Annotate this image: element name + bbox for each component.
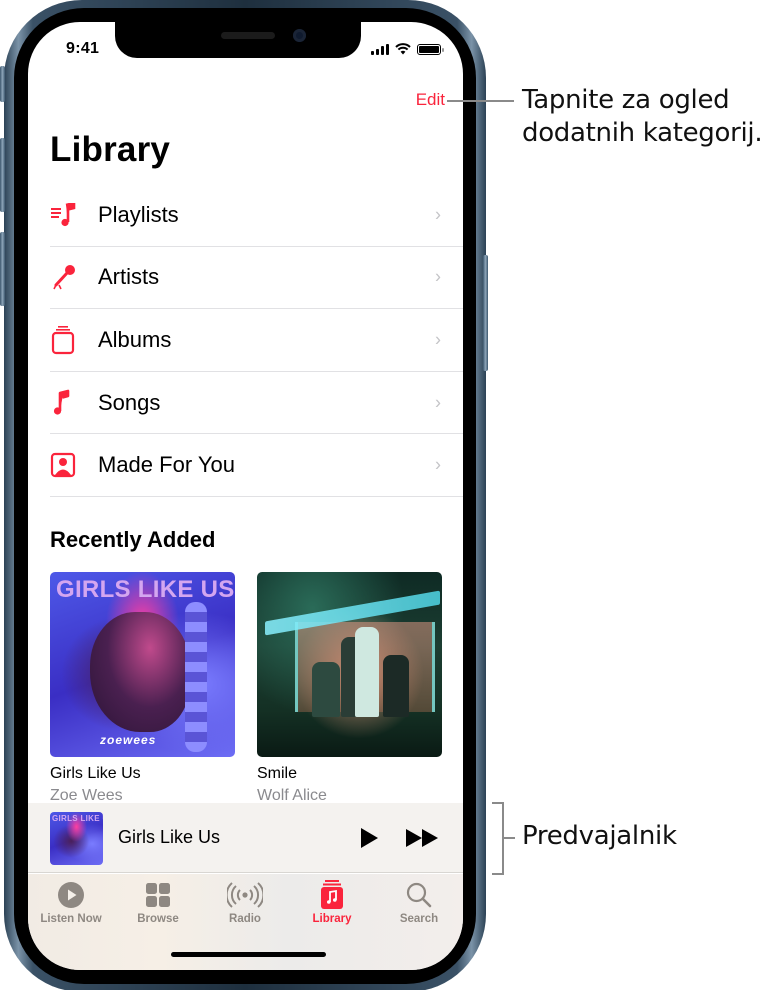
player-callout-text: Predvajalnik xyxy=(522,821,677,851)
library-list: Playlists › Artists › Albums › Songs › M… xyxy=(50,184,463,497)
grid-icon xyxy=(146,883,170,907)
edit-button[interactable]: Edit xyxy=(416,90,445,110)
player-bracket-pointer xyxy=(502,837,515,839)
cover-logo-text: zoewees xyxy=(100,733,157,747)
volume-down-button xyxy=(0,232,5,306)
library-item-label: Songs xyxy=(98,389,161,415)
page-title: Library xyxy=(50,130,171,169)
play-circle-icon xyxy=(58,882,84,908)
mini-player-title: Girls Like Us xyxy=(118,827,221,847)
edit-callout-line-1: Tapnite za ogled xyxy=(522,85,730,115)
power-button xyxy=(483,255,488,371)
cover-figure xyxy=(185,602,207,752)
tab-listen-now[interactable]: Listen Now xyxy=(31,880,111,925)
albums-stack-icon xyxy=(50,325,80,355)
library-item-label: Artists xyxy=(98,264,160,290)
tab-radio[interactable]: Radio xyxy=(205,880,285,925)
chevron-right-icon: › xyxy=(435,204,441,225)
recently-added-grid: GIRLS LIKE US zoewees Girls Like Us Zoe … xyxy=(50,572,442,805)
cellular-signal-icon xyxy=(371,43,389,55)
cover-title-text: GIRLS LIKE US xyxy=(56,576,235,603)
album-title: Smile xyxy=(257,765,298,782)
playlists-icon xyxy=(50,200,80,230)
volume-up-button xyxy=(0,138,5,212)
front-camera xyxy=(293,29,306,42)
chevron-right-icon: › xyxy=(435,454,441,475)
cover-figure xyxy=(312,662,340,717)
mini-player-artwork: GIRLS LIKE US xyxy=(50,812,103,865)
home-indicator xyxy=(171,952,326,957)
tab-label: Listen Now xyxy=(40,913,102,925)
library-item-artists[interactable]: Artists › xyxy=(50,247,463,310)
tab-library[interactable]: Library xyxy=(292,880,372,925)
tab-label: Browse xyxy=(137,913,179,925)
album-title: Girls Like Us xyxy=(50,765,141,782)
search-icon xyxy=(406,882,432,908)
chevron-right-icon: › xyxy=(435,329,441,350)
fast-forward-icon[interactable] xyxy=(405,827,441,849)
microphone-icon xyxy=(50,262,80,292)
library-item-playlists[interactable]: Playlists › xyxy=(50,184,463,247)
wifi-icon xyxy=(395,43,411,55)
screen: 9:41 Edit Library Playlists › Artists › … xyxy=(28,22,463,970)
music-note-icon xyxy=(50,388,80,418)
chevron-right-icon: › xyxy=(435,392,441,413)
album-card[interactable]: Smile Wolf Alice xyxy=(257,572,442,805)
library-item-made-for-you[interactable]: Made For You › xyxy=(50,434,463,497)
library-item-songs[interactable]: Songs › xyxy=(50,372,463,435)
play-icon[interactable] xyxy=(358,827,380,849)
status-time: 9:41 xyxy=(66,40,100,57)
edit-callout-line-2: dodatnih kategorij. xyxy=(522,118,763,148)
speaker-grille xyxy=(221,32,275,39)
library-item-albums[interactable]: Albums › xyxy=(50,309,463,372)
notch xyxy=(115,22,361,58)
library-item-label: Made For You xyxy=(98,452,235,478)
chevron-right-icon: › xyxy=(435,266,441,287)
edit-callout-text: Tapnite za ogled dodatnih kategorij. xyxy=(522,84,763,150)
library-icon xyxy=(321,880,343,909)
album-artwork xyxy=(257,572,442,757)
album-card[interactable]: GIRLS LIKE US zoewees Girls Like Us Zoe … xyxy=(50,572,235,805)
battery-icon xyxy=(417,43,444,55)
tab-label: Search xyxy=(399,913,439,925)
edit-callout-line xyxy=(447,100,514,102)
tab-browse[interactable]: Browse xyxy=(118,880,198,925)
radio-waves-icon xyxy=(227,882,263,908)
action-button xyxy=(0,66,5,102)
mini-player[interactable]: GIRLS LIKE US Girls Like Us xyxy=(28,803,463,873)
cover-figure xyxy=(383,655,409,717)
album-artwork: GIRLS LIKE US zoewees xyxy=(50,572,235,757)
cover-figure xyxy=(355,627,379,717)
person-square-icon xyxy=(50,450,80,480)
recently-added-title: Recently Added xyxy=(50,527,216,552)
status-icons xyxy=(371,43,444,55)
library-item-label: Albums xyxy=(98,326,172,352)
player-bracket-bottom xyxy=(492,873,504,875)
tab-label: Radio xyxy=(229,913,261,925)
tab-label: Library xyxy=(312,913,352,925)
cover-figure xyxy=(90,612,190,732)
tab-bar: Listen Now Browse Radio Library Search xyxy=(28,874,463,970)
cover-title-text: GIRLS LIKE US xyxy=(52,814,103,823)
library-item-label: Playlists xyxy=(98,201,179,227)
tab-search[interactable]: Search xyxy=(379,880,459,925)
